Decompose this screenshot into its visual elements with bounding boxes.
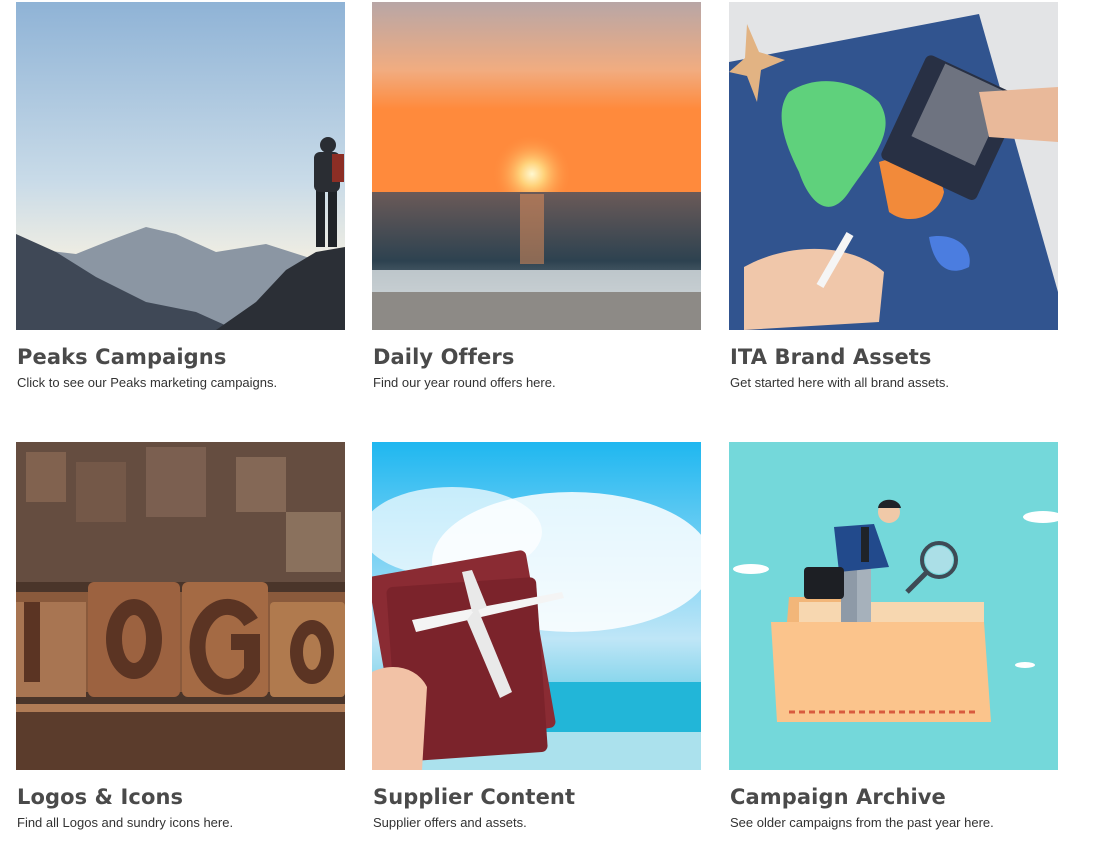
card-title[interactable]: Campaign Archive — [730, 784, 1058, 810]
card-daily-offers[interactable]: Daily Offers Find our year round offers … — [372, 2, 701, 391]
card-campaign-archive[interactable]: Campaign Archive See older campaigns fro… — [729, 442, 1058, 831]
card-ita-brand-assets[interactable]: ITA Brand Assets Get started here with a… — [729, 2, 1058, 391]
card-title[interactable]: Peaks Campaigns — [17, 344, 345, 370]
card-title[interactable]: ITA Brand Assets — [730, 344, 1058, 370]
ocean-sunset-image[interactable] — [372, 2, 701, 330]
passport-airplane-image[interactable] — [372, 442, 701, 770]
card-logos-icons[interactable]: Logos & Icons Find all Logos and sundry … — [16, 442, 345, 831]
card-description: Find our year round offers here. — [373, 375, 556, 390]
card-title[interactable]: Logos & Icons — [17, 784, 345, 810]
wooden-letters-image[interactable] — [16, 442, 345, 770]
card-title[interactable]: Supplier Content — [373, 784, 701, 810]
archive-folder-image[interactable] — [729, 442, 1058, 770]
mountain-hiker-image[interactable] — [16, 2, 345, 330]
card-description: Find all Logos and sundry icons here. — [17, 815, 234, 830]
card-description: Get started here with all brand assets. — [730, 375, 949, 390]
map-passport-image[interactable] — [729, 2, 1058, 330]
card-description: Supplier offers and assets. — [373, 815, 527, 830]
card-description: Click to see our Peaks marketing campaig… — [17, 375, 278, 390]
card-supplier-content[interactable]: Supplier Content Supplier offers and ass… — [372, 442, 701, 831]
card-description: See older campaigns from the past year h… — [730, 815, 994, 830]
card-peaks-campaigns[interactable]: Peaks Campaigns Click to see our Peaks m… — [16, 2, 345, 391]
card-title[interactable]: Daily Offers — [373, 344, 701, 370]
